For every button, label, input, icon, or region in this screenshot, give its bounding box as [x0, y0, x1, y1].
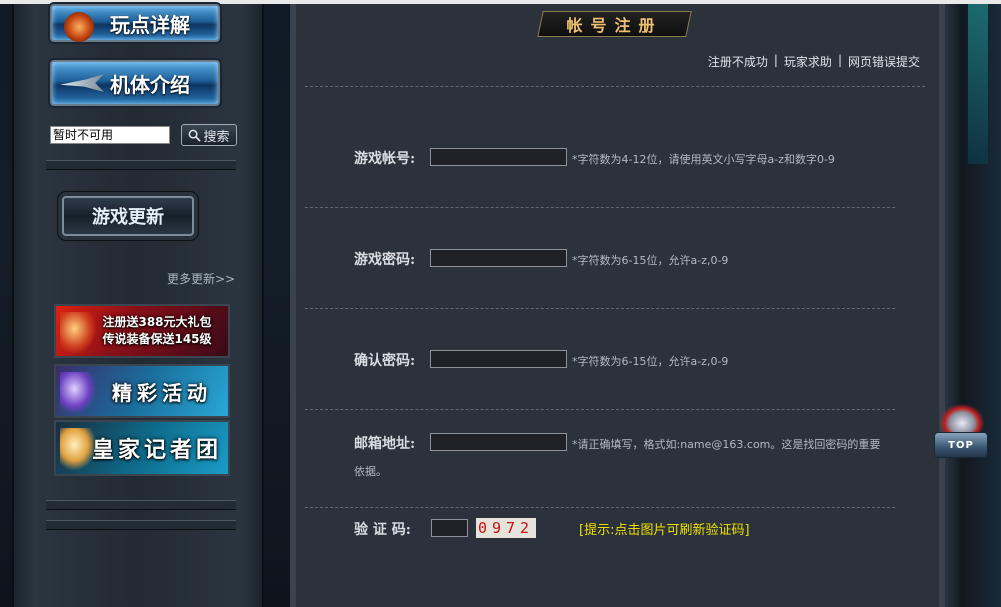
confirm-password-hint: *字符数为6-15位，允许a-z,0-9: [572, 355, 729, 368]
banner-events-label: 精彩活动: [112, 380, 212, 405]
banner-reporters[interactable]: 皇家记者团: [54, 420, 230, 476]
divider: [46, 520, 236, 530]
search-input[interactable]: 暂时不可用: [50, 126, 170, 144]
email-hint: *请正确填写，格式如:name@163.com。这是找回密码的重要: [572, 438, 881, 451]
back-to-top-button[interactable]: TOP: [932, 404, 988, 460]
nav-button-mechs[interactable]: 机体介绍: [50, 60, 220, 106]
search-button[interactable]: 搜索: [181, 124, 237, 146]
game-update-button[interactable]: 游戏更新: [62, 196, 194, 236]
page-title: 帐号注册: [566, 16, 663, 35]
divider: [305, 409, 895, 410]
password-input[interactable]: [430, 249, 567, 267]
search-icon: [189, 129, 202, 142]
jet-icon: [60, 74, 104, 92]
game-update-label: 游戏更新: [92, 207, 164, 228]
email-hint-continued: 依据。: [354, 465, 387, 478]
banner-reporters-label: 皇家记者团: [91, 438, 222, 463]
divider: [46, 500, 236, 510]
nav-button-playpoints[interactable]: 玩点详解: [50, 4, 220, 42]
link-register-failed[interactable]: 注册不成功: [708, 53, 768, 70]
divider: [305, 308, 895, 309]
banner-gift-pack[interactable]: 注册送388元大礼包 传说装备保送145级: [54, 304, 230, 358]
password-label: 游戏密码:: [354, 252, 416, 268]
target-icon: [64, 12, 94, 42]
captcha-image[interactable]: 0972: [476, 518, 536, 538]
account-input[interactable]: [430, 148, 567, 166]
banner-gift-line1: 注册送388元大礼包: [102, 315, 212, 329]
link-separator: |: [773, 53, 778, 67]
divider: [305, 507, 895, 508]
character-figure-icon: [60, 428, 96, 470]
banner-gift-line2: 传说装备保送145级: [102, 332, 212, 346]
top-label: TOP: [934, 432, 988, 458]
email-label: 邮箱地址:: [354, 436, 416, 452]
account-hint: *字符数为4-12位，请使用英文小写字母a-z和数字0-9: [572, 153, 835, 166]
link-report-error[interactable]: 网页错误提交: [848, 53, 920, 70]
nav-button-playpoints-label: 玩点详解: [110, 12, 190, 37]
banner-events[interactable]: 精彩活动: [54, 364, 230, 418]
divider: [46, 160, 236, 170]
link-separator: |: [837, 53, 842, 67]
password-hint: *字符数为6-15位，允许a-z,0-9: [572, 254, 729, 267]
divider: [305, 86, 925, 87]
help-links: 注册不成功 | 玩家求助 | 网页错误提交: [708, 53, 920, 70]
email-input[interactable]: [430, 433, 567, 451]
link-player-help[interactable]: 玩家求助: [784, 53, 832, 70]
captcha-tip: [提示:点击图片可刷新验证码]: [579, 523, 750, 538]
confirm-password-label: 确认密码:: [354, 353, 416, 369]
registration-panel: [290, 4, 945, 607]
mech-figure-icon: [60, 372, 96, 414]
nav-button-mechs-label: 机体介绍: [110, 72, 190, 97]
captcha-label: 验 证 码:: [354, 522, 411, 538]
more-updates-link[interactable]: 更多更新>>: [167, 270, 235, 287]
search-button-label: 搜索: [203, 129, 230, 145]
confirm-password-input[interactable]: [430, 350, 567, 368]
right-decoration: [968, 4, 988, 164]
divider: [305, 207, 895, 208]
captcha-input[interactable]: [431, 519, 468, 537]
fire-figure-icon: [60, 312, 96, 354]
account-label: 游戏帐号:: [354, 151, 416, 167]
